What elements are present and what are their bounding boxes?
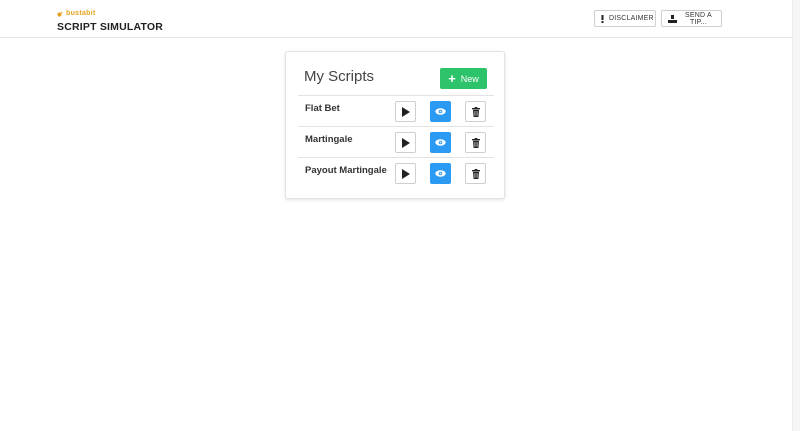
eye-icon	[435, 170, 446, 177]
bustabit-key-icon	[57, 11, 63, 17]
vertical-scrollbar[interactable]	[792, 0, 800, 431]
view-script-button[interactable]	[430, 163, 451, 184]
script-row: Martingale	[298, 126, 494, 157]
eye-icon	[435, 108, 446, 115]
run-script-button[interactable]	[395, 132, 416, 153]
send-tip-button[interactable]: SEND A TIP...	[661, 10, 722, 27]
script-name: Flat Bet	[305, 103, 340, 114]
new-script-label: New	[460, 73, 479, 84]
run-script-button[interactable]	[395, 101, 416, 122]
script-list: Flat Bet Martingale Payout Martingale	[298, 95, 494, 188]
disclaimer-button[interactable]: DISCLAIMER	[594, 10, 656, 27]
bustabit-logo-text: bustabit	[66, 10, 96, 17]
view-script-button[interactable]	[430, 101, 451, 122]
script-name: Martingale	[305, 134, 353, 145]
delete-script-button[interactable]	[465, 101, 486, 122]
brand[interactable]: bustabit SCRIPT SIMULATOR	[57, 9, 163, 33]
play-icon	[402, 106, 410, 117]
run-script-button[interactable]	[395, 163, 416, 184]
plus-icon: +	[448, 71, 456, 86]
play-icon	[402, 137, 410, 148]
trash-icon	[471, 137, 480, 148]
my-scripts-title: My Scripts	[304, 68, 375, 85]
tip-jar-icon	[668, 14, 677, 23]
top-header: bustabit SCRIPT SIMULATOR DISCLAIMER SEN…	[0, 0, 800, 38]
script-row: Payout Martingale	[298, 157, 494, 188]
new-script-button[interactable]: + New	[440, 68, 487, 89]
disclaimer-label: DISCLAIMER	[609, 15, 654, 22]
my-scripts-card: My Scripts + New Flat Bet Martingale Pay…	[285, 51, 505, 199]
script-name: Payout Martingale	[305, 165, 387, 176]
exclamation-icon	[601, 14, 604, 23]
delete-script-button[interactable]	[465, 163, 486, 184]
bustabit-logo: bustabit	[57, 9, 163, 18]
play-icon	[402, 168, 410, 179]
view-script-button[interactable]	[430, 132, 451, 153]
app-title: SCRIPT SIMULATOR	[57, 21, 164, 33]
trash-icon	[471, 106, 480, 117]
delete-script-button[interactable]	[465, 132, 486, 153]
eye-icon	[435, 139, 446, 146]
script-row: Flat Bet	[298, 95, 494, 126]
trash-icon	[471, 168, 480, 179]
send-tip-label: SEND A TIP...	[685, 11, 712, 26]
